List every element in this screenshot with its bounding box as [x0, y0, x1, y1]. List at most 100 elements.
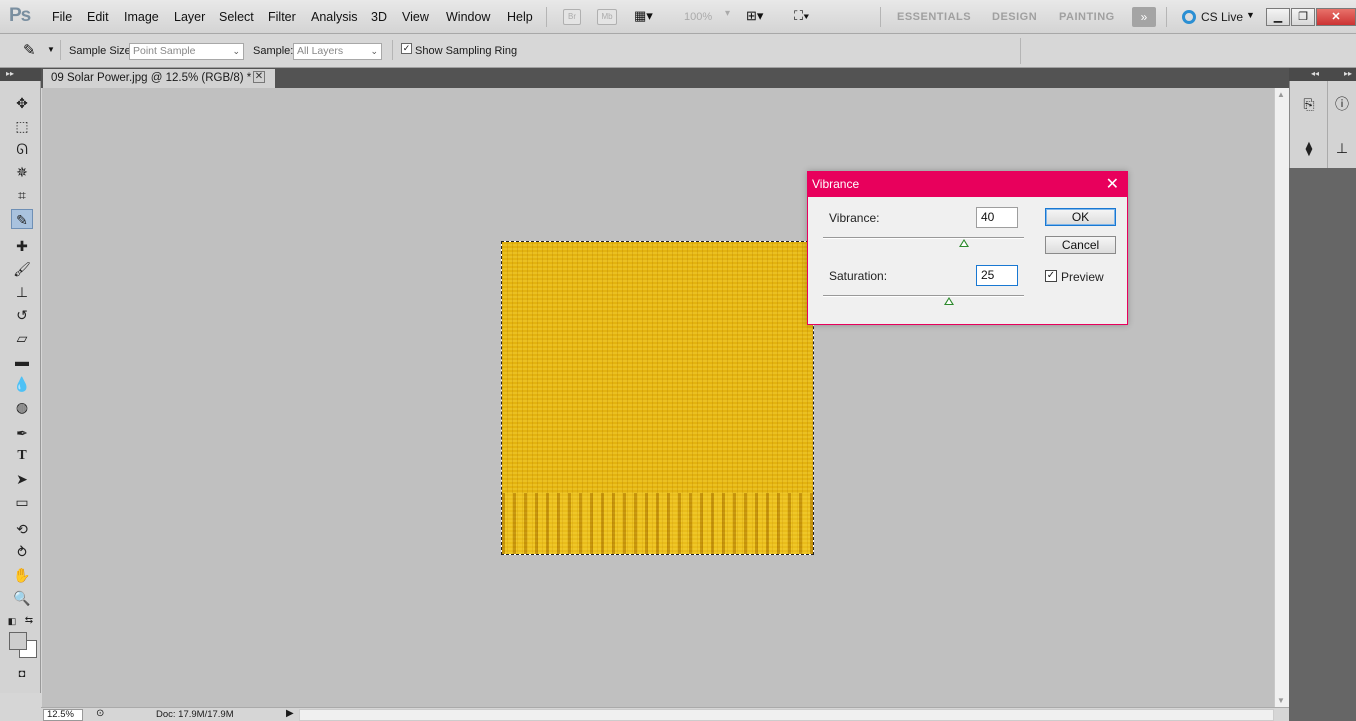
document-tab[interactable]: 09 Solar Power.jpg @ 12.5% (RGB/8) *	[43, 69, 276, 88]
sample-select[interactable]: All Layers ⌄	[293, 43, 382, 60]
quick-mask-icon[interactable]: ◘	[11, 664, 33, 684]
tool-preset-dropdown-icon[interactable]: ▼	[47, 45, 55, 54]
zoom-field[interactable]: 12.5%	[43, 709, 83, 721]
menu-filter[interactable]: Filter	[268, 10, 296, 24]
restore-button[interactable]: ❐	[1291, 8, 1315, 26]
scroll-up-icon[interactable]: ▲	[1277, 90, 1285, 99]
screen-mode-icon[interactable]: ⛶▾	[794, 8, 809, 24]
panel-dock-collapse[interactable]: ◂◂ ▸▸	[1289, 68, 1356, 81]
vibrance-label: Vibrance:	[829, 211, 880, 225]
close-window-button[interactable]: ✕	[1316, 8, 1356, 26]
history-panel-icon[interactable]: ⎘	[1298, 93, 1320, 115]
vibrance-slider[interactable]	[823, 237, 1024, 239]
close-dialog-icon[interactable]: ✕	[1106, 172, 1119, 197]
menu-select[interactable]: Select	[219, 10, 254, 24]
blur-tool-icon[interactable]: 💧	[11, 374, 33, 394]
eyedropper-tool-icon[interactable]: ✎	[11, 209, 33, 229]
workspace-design[interactable]: DESIGN	[992, 11, 1037, 23]
type-tool-icon[interactable]: T	[11, 446, 33, 466]
menu-layer[interactable]: Layer	[174, 10, 205, 24]
info-panel-icon[interactable]: ⓘ	[1331, 93, 1353, 115]
3d-rotate-tool-icon[interactable]: ⟲	[11, 519, 33, 539]
history-brush-tool-icon[interactable]: ↺	[11, 305, 33, 325]
hand-tool-icon[interactable]: ✋	[11, 565, 33, 585]
vibrance-input[interactable]: 40	[976, 207, 1018, 228]
more-workspaces-button[interactable]: »	[1132, 7, 1156, 27]
zoom-tool-icon[interactable]: 🔍	[11, 588, 33, 608]
lasso-tool-icon[interactable]: ᘏ	[11, 139, 33, 159]
tools-panel: ✥ ⬚ ᘏ ✵ ⌗ ✎ ✚ 🖌 ⊥ ↺ ▱ ▬ 💧 ◍ ✒ T ➤ ▭ ⟲ ⥁ …	[0, 81, 41, 693]
chevron-down-icon: ⌄	[232, 46, 240, 56]
document-tab-bar: 09 Solar Power.jpg @ 12.5% (RGB/8) * ✕	[41, 68, 1289, 88]
view-extras-icon[interactable]: ▦▾	[634, 8, 653, 24]
arrange-documents-icon[interactable]: ⊞▾	[746, 8, 763, 24]
options-separator	[1020, 38, 1021, 64]
saturation-slider-thumb[interactable]	[943, 297, 954, 305]
workspace-essentials[interactable]: ESSENTIALS	[897, 11, 971, 23]
menu-file[interactable]: File	[52, 10, 72, 24]
sample-size-select[interactable]: Point Sample ⌄	[129, 43, 244, 60]
bridge-button[interactable]: Br	[563, 9, 581, 25]
cs-live-menu[interactable]: CS Live	[1201, 10, 1243, 24]
workspace-painting[interactable]: PAINTING	[1059, 11, 1115, 23]
vibrance-dialog: Vibrance ✕ Vibrance: 40 Saturation: 25 O…	[807, 171, 1128, 325]
minimize-button[interactable]: ▁	[1266, 8, 1290, 26]
3d-panel-icon[interactable]: ⧫	[1298, 137, 1320, 159]
scroll-down-icon[interactable]: ▼	[1277, 696, 1285, 705]
foreground-color-swatch[interactable]	[9, 632, 27, 650]
saturation-label: Saturation:	[829, 269, 888, 283]
sample-size-value: Point Sample	[133, 45, 196, 57]
clone-source-panel-icon[interactable]: ⊥	[1331, 137, 1353, 159]
move-tool-icon[interactable]: ✥	[11, 93, 33, 113]
menu-view[interactable]: View	[402, 10, 429, 24]
gradient-tool-icon[interactable]: ▬	[11, 351, 33, 371]
status-menu-arrow-icon[interactable]: ▶	[286, 708, 294, 719]
clone-stamp-tool-icon[interactable]: ⊥	[11, 282, 33, 302]
sample-size-label: Sample Size:	[69, 45, 134, 57]
dodge-tool-icon[interactable]: ◍	[11, 397, 33, 417]
menu-image[interactable]: Image	[124, 10, 159, 24]
cancel-button[interactable]: Cancel	[1045, 236, 1116, 254]
saturation-slider[interactable]	[823, 295, 1024, 297]
show-sampling-ring-checkbox[interactable]: ✓	[401, 43, 412, 54]
3d-orbit-tool-icon[interactable]: ⥁	[11, 542, 33, 562]
preview-checkbox[interactable]: ✓	[1045, 270, 1057, 282]
brush-tool-icon[interactable]: 🖌	[11, 259, 33, 279]
menu-help[interactable]: Help	[507, 10, 533, 24]
saturation-input[interactable]: 25	[976, 265, 1018, 286]
pen-tool-icon[interactable]: ✒	[11, 423, 33, 443]
menu-separator	[880, 7, 881, 27]
show-sampling-ring-label[interactable]: Show Sampling Ring	[415, 45, 517, 57]
close-tab-icon[interactable]: ✕	[253, 71, 265, 83]
cs-live-dropdown-icon[interactable]: ▼	[1246, 10, 1255, 20]
default-colors-icon[interactable]: ◧	[6, 611, 18, 631]
cs-live-icon[interactable]	[1182, 10, 1196, 24]
marquee-tool-icon[interactable]: ⬚	[11, 116, 33, 136]
preview-label[interactable]: Preview	[1061, 270, 1104, 284]
dialog-title-bar[interactable]: Vibrance ✕	[808, 172, 1127, 197]
horizontal-scrollbar[interactable]	[299, 709, 1274, 721]
quick-selection-tool-icon[interactable]: ✵	[11, 162, 33, 182]
path-selection-tool-icon[interactable]: ➤	[11, 469, 33, 489]
ok-button[interactable]: OK	[1045, 208, 1116, 226]
menu-3d[interactable]: 3D	[371, 10, 387, 24]
zoom-level-menu[interactable]: 100%	[684, 11, 712, 23]
rectangle-tool-icon[interactable]: ▭	[11, 492, 33, 512]
menu-edit[interactable]: Edit	[87, 10, 109, 24]
healing-brush-tool-icon[interactable]: ✚	[11, 236, 33, 256]
status-options-icon[interactable]: ⊙	[96, 708, 104, 719]
zoom-dropdown-icon[interactable]: ▾	[725, 8, 730, 19]
eyedropper-preset-icon[interactable]: ✎	[23, 41, 36, 59]
tools-panel-collapse[interactable]: ▸▸	[0, 68, 41, 81]
mini-bridge-button[interactable]: Mb	[597, 9, 617, 25]
crop-tool-icon[interactable]: ⌗	[11, 185, 33, 205]
eraser-tool-icon[interactable]: ▱	[11, 328, 33, 348]
document-tab-title: 09 Solar Power.jpg @ 12.5% (RGB/8) *	[51, 72, 252, 84]
vertical-scrollbar[interactable]: ▲ ▼	[1274, 88, 1289, 707]
vibrance-slider-thumb[interactable]	[958, 239, 969, 247]
menu-bar: Ps File Edit Image Layer Select Filter A…	[0, 0, 1356, 34]
status-bar: 12.5% ⊙ Doc: 17.9M/17.9M ▶	[41, 707, 1289, 721]
menu-window[interactable]: Window	[446, 10, 490, 24]
menu-analysis[interactable]: Analysis	[311, 10, 358, 24]
swap-colors-icon[interactable]: ⇆	[23, 611, 35, 631]
